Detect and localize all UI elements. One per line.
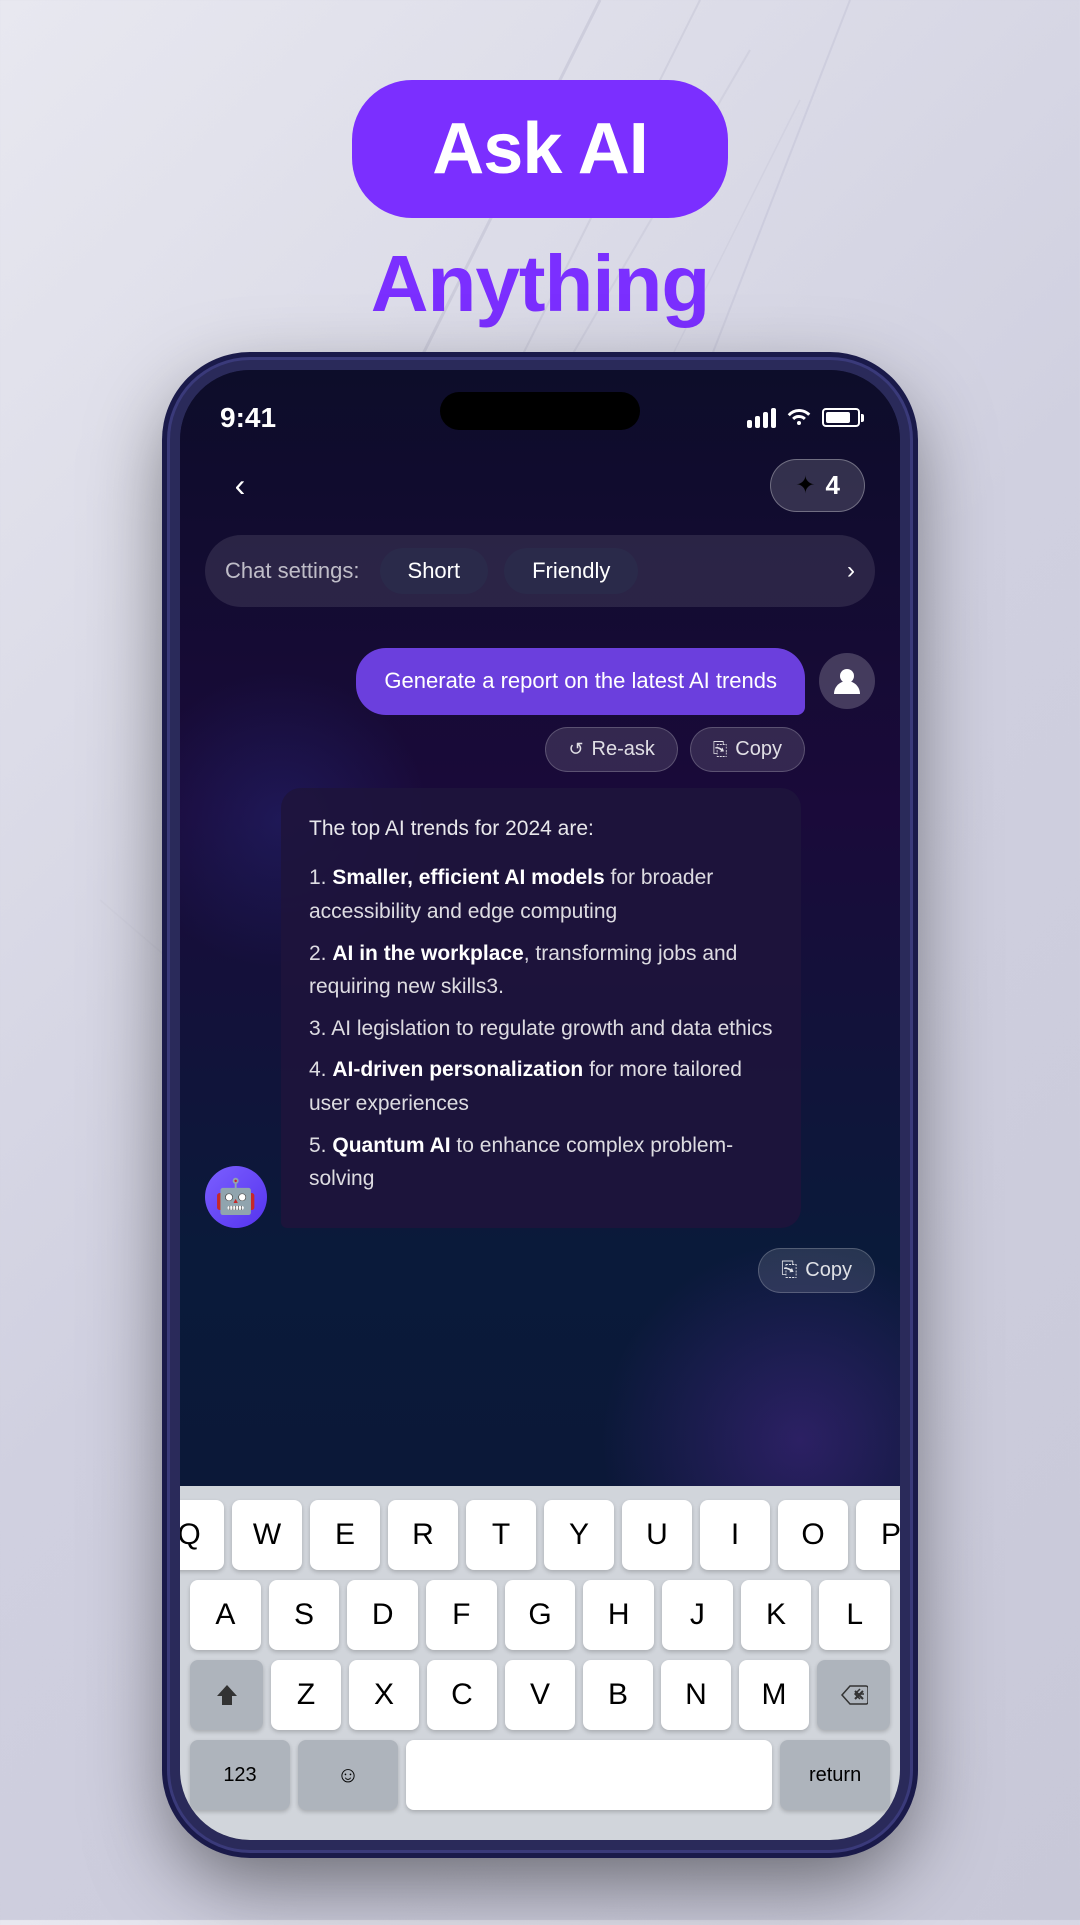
keyboard: Q W E R T Y U I O P A S D F G (180, 1486, 900, 1840)
key-t[interactable]: T (466, 1500, 536, 1570)
key-w[interactable]: W (232, 1500, 302, 1570)
settings-chevron-icon[interactable]: › (847, 557, 855, 585)
key-shift[interactable] (190, 1660, 263, 1730)
key-s[interactable]: S (269, 1580, 340, 1650)
key-j[interactable]: J (662, 1580, 733, 1650)
phone-frame: 9:41 (170, 360, 910, 1850)
battery-icon (822, 408, 860, 427)
ai-message-container: 🤖 The top AI trends for 2024 are: 1. Sma… (205, 788, 875, 1293)
key-v[interactable]: V (505, 1660, 575, 1730)
copy-ai-icon: ⎘ (781, 1259, 797, 1282)
back-chevron-icon: ‹ (235, 467, 246, 504)
sparkle-icon: ✦ (795, 471, 815, 500)
top-header: Ask AI Anything (0, 0, 1080, 330)
key-d[interactable]: D (347, 1580, 418, 1650)
status-time: 9:41 (220, 402, 276, 434)
ai-trend-3: 3. AI legislation to regulate growth and… (309, 1012, 773, 1046)
ai-trend-2: 2. AI in the workplace, transforming job… (309, 937, 773, 1004)
back-button[interactable]: ‹ (215, 460, 265, 510)
key-f[interactable]: F (426, 1580, 497, 1650)
phone-screen: 9:41 (180, 370, 900, 1840)
signal-icon (747, 408, 776, 428)
key-p[interactable]: P (856, 1500, 900, 1570)
key-emoji[interactable]: ☺ (298, 1740, 398, 1810)
key-m[interactable]: M (739, 1660, 809, 1730)
key-r[interactable]: R (388, 1500, 458, 1570)
signal-bar-4 (771, 408, 776, 428)
key-q[interactable]: Q (180, 1500, 224, 1570)
ai-intro-line: The top AI trends for 2024 are: (309, 812, 773, 846)
message-actions: ↺ Re-ask ⎘ Copy (545, 727, 875, 772)
key-k[interactable]: K (741, 1580, 812, 1650)
ai-trend-4: 4. AI-driven personalization for more ta… (309, 1053, 773, 1120)
user-message-bubble: Generate a report on the latest AI trend… (356, 648, 805, 715)
keyboard-row-1: Q W E R T Y U I O P (190, 1500, 890, 1570)
key-u[interactable]: U (622, 1500, 692, 1570)
ask-ai-title: Ask AI (432, 109, 647, 189)
ai-avatar: 🤖 (205, 1166, 267, 1228)
ai-message-bubble: The top AI trends for 2024 are: 1. Small… (281, 788, 801, 1228)
key-space[interactable] (406, 1740, 772, 1810)
side-btn-vol-up (170, 660, 174, 760)
key-a[interactable]: A (190, 1580, 261, 1650)
ai-trend-5: 5. Quantum AI to enhance complex problem… (309, 1129, 773, 1196)
key-g[interactable]: G (505, 1580, 576, 1650)
reask-button[interactable]: ↺ Re-ask (545, 727, 677, 772)
ai-trend-1: 1. Smaller, efficient AI models for broa… (309, 861, 773, 928)
reask-label: Re-ask (592, 738, 655, 761)
nav-bar: ‹ ✦ 4 (180, 450, 900, 520)
chat-settings-bar[interactable]: Chat settings: Short Friendly › (205, 535, 875, 607)
user-avatar (819, 653, 875, 709)
user-message-row: Generate a report on the latest AI trend… (356, 648, 875, 715)
signal-bar-3 (763, 412, 768, 428)
side-btn-power (906, 670, 910, 820)
key-delete[interactable] (817, 1660, 890, 1730)
copy-label: Copy (735, 738, 782, 761)
keyboard-row-2: A S D F G H J K L (190, 1580, 890, 1650)
key-e[interactable]: E (310, 1500, 380, 1570)
chat-settings-label: Chat settings: (225, 558, 360, 584)
key-z[interactable]: Z (271, 1660, 341, 1730)
key-h[interactable]: H (583, 1580, 654, 1650)
reask-icon: ↺ (568, 739, 583, 760)
key-b[interactable]: B (583, 1660, 653, 1730)
tone-setting-pill[interactable]: Short (380, 548, 489, 594)
keyboard-row-3: Z X C V B N M (190, 1660, 890, 1730)
key-y[interactable]: Y (544, 1500, 614, 1570)
credits-badge[interactable]: ✦ 4 (770, 459, 865, 512)
status-icons (747, 405, 860, 431)
copy-ai-label: Copy (805, 1259, 852, 1282)
user-message-container: Generate a report on the latest AI trend… (205, 648, 875, 772)
key-numbers[interactable]: 123 (190, 1740, 290, 1810)
signal-bar-1 (747, 420, 752, 428)
key-o[interactable]: O (778, 1500, 848, 1570)
copy-ai-response-button[interactable]: ⎘ Copy (758, 1248, 875, 1293)
key-i[interactable]: I (700, 1500, 770, 1570)
side-btn-vol-down (170, 780, 174, 880)
ai-copy-area: ⎘ Copy (205, 1248, 875, 1293)
phone-wrapper: 9:41 (0, 360, 1080, 1850)
copy-icon: ⎘ (713, 739, 727, 760)
copy-user-message-button[interactable]: ⎘ Copy (690, 727, 805, 772)
battery-fill (826, 412, 850, 423)
key-c[interactable]: C (427, 1660, 497, 1730)
key-l[interactable]: L (819, 1580, 890, 1650)
ask-ai-badge: Ask AI (352, 80, 727, 218)
credits-count: 4 (826, 470, 840, 501)
wifi-icon (786, 405, 812, 431)
key-x[interactable]: X (349, 1660, 419, 1730)
signal-bar-2 (755, 416, 760, 428)
style-setting-pill[interactable]: Friendly (504, 548, 638, 594)
key-n[interactable]: N (661, 1660, 731, 1730)
anything-subtitle: Anything (371, 238, 710, 330)
side-btn-mute (170, 570, 174, 630)
keyboard-row-4: 123 ☺ return (190, 1740, 890, 1810)
ai-message-row: 🤖 The top AI trends for 2024 are: 1. Sma… (205, 788, 875, 1228)
key-return[interactable]: return (780, 1740, 890, 1810)
dynamic-island (440, 392, 640, 430)
